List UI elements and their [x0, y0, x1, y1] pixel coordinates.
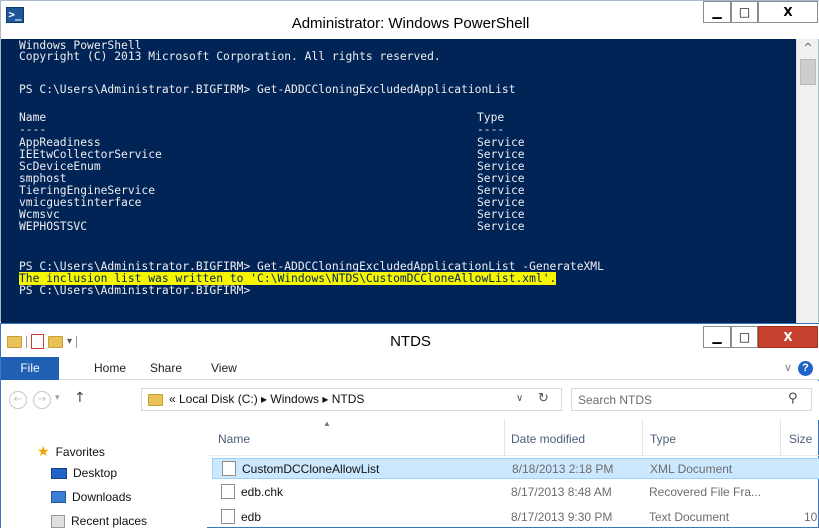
maximize-icon: □	[738, 5, 751, 19]
explorer-window: ▾ NTDS ▁ □ X File Home Share View ∨ ? ← …	[0, 323, 819, 528]
minimize-icon: ▁	[712, 330, 722, 344]
column-headers: ▲ Name Date modified Type Size	[207, 419, 819, 456]
file-name: CustomDCCloneAllowList	[242, 462, 380, 476]
file-row[interactable]: edb.chk 8/17/2013 8:48 AM Recovered File…	[212, 482, 819, 503]
column-divider: ----	[477, 123, 505, 136]
help-icon[interactable]: ?	[798, 361, 813, 376]
close-button[interactable]: X	[758, 1, 818, 23]
nav-item-downloads[interactable]: Downloads	[51, 487, 131, 507]
xml-file-icon	[222, 461, 236, 476]
maximize-button[interactable]: □	[731, 326, 758, 348]
column-header-date-modified[interactable]: Date modified	[511, 432, 585, 446]
console-prompt: PS C:\Users\Administrator.BIGFIRM>	[19, 284, 251, 297]
file-date: 8/17/2013 8:48 AM	[511, 485, 612, 499]
search-box[interactable]: ⚲	[571, 388, 812, 411]
vertical-scrollbar[interactable]: ^	[796, 39, 818, 323]
ribbon-tabs: File Home Share View ∨ ?	[1, 357, 819, 380]
back-arrow-icon: ←	[13, 394, 23, 405]
explorer-titlebar[interactable]: ▾ NTDS ▁ □ X	[1, 324, 819, 357]
powershell-titlebar[interactable]: >_ Administrator: Windows PowerShell ▁ □…	[1, 1, 819, 39]
expand-ribbon-icon[interactable]: ∨	[784, 361, 792, 374]
file-type: Recovered File Fra...	[649, 485, 762, 499]
close-icon: X	[783, 330, 793, 344]
column-header-name[interactable]: Name	[218, 432, 250, 446]
file-date: 8/18/2013 2:18 PM	[512, 462, 614, 476]
file-name: edb	[241, 510, 262, 524]
file-type: Text Document	[649, 510, 730, 524]
search-icon[interactable]: ⚲	[788, 391, 798, 406]
navigation-pane: ★ Favorites Desktop Downloads Recent pla…	[1, 420, 207, 528]
tab-home[interactable]: Home	[94, 357, 126, 380]
file-name: edb.chk	[241, 485, 284, 499]
explorer-title: NTDS	[390, 333, 431, 350]
address-dropdown-icon[interactable]: ∨	[516, 393, 523, 404]
app-name: WEPHOSTSVC	[19, 220, 88, 233]
address-bar[interactable]: « Local Disk (C:) ▸ Windows ▸ NTDS ∨ ↻	[141, 388, 562, 411]
column-header-size[interactable]: Size	[789, 432, 812, 446]
file-size: 10	[804, 510, 818, 524]
nav-item-desktop[interactable]: Desktop	[51, 463, 117, 483]
scroll-up-icon[interactable]: ^	[797, 41, 819, 57]
text-file-icon	[221, 509, 235, 524]
refresh-icon[interactable]: ↻	[538, 391, 549, 406]
tab-file[interactable]: File	[1, 357, 59, 380]
column-header-type[interactable]: Type	[650, 432, 676, 446]
maximize-button[interactable]: □	[731, 1, 758, 23]
address-path[interactable]: « Local Disk (C:) ▸ Windows ▸ NTDS	[169, 392, 364, 406]
recent-places-icon	[51, 514, 65, 528]
column-divider[interactable]	[780, 420, 781, 456]
minimize-button[interactable]: ▁	[703, 1, 731, 23]
console-command: PS C:\Users\Administrator.BIGFIRM> Get-A…	[19, 83, 516, 96]
tab-share[interactable]: Share	[150, 357, 182, 380]
minimize-button[interactable]: ▁	[703, 326, 731, 348]
back-button[interactable]: ←	[9, 391, 27, 409]
column-divider[interactable]	[642, 420, 643, 456]
nav-item-label: Downloads	[72, 490, 132, 504]
powershell-window: >_ Administrator: Windows PowerShell ▁ □…	[0, 0, 819, 323]
nav-item-label: Favorites	[55, 445, 105, 459]
recent-locations-icon[interactable]: ▾	[55, 393, 60, 403]
nav-item-recent-places[interactable]: Recent places	[51, 511, 147, 528]
app-type: Service	[477, 220, 525, 233]
downloads-icon	[51, 491, 66, 503]
sort-ascending-icon: ▲	[323, 419, 331, 428]
scrollbar-thumb[interactable]	[800, 59, 816, 85]
minimize-icon: ▁	[712, 5, 722, 19]
forward-button[interactable]: →	[33, 391, 51, 409]
column-divider[interactable]	[504, 420, 505, 456]
chk-file-icon	[221, 484, 235, 499]
close-button[interactable]: X	[758, 326, 818, 348]
tab-view[interactable]: View	[211, 357, 237, 380]
file-row[interactable]: edb 8/17/2013 9:30 PM Text Document 10	[212, 507, 819, 528]
desktop-icon	[51, 467, 67, 479]
column-divider: ----	[19, 123, 47, 136]
up-arrow-icon[interactable]: ↑	[74, 390, 86, 406]
file-row[interactable]: CustomDCCloneAllowList 8/18/2013 2:18 PM…	[212, 458, 819, 479]
file-type: XML Document	[650, 462, 733, 476]
nav-item-label: Recent places	[71, 514, 148, 528]
star-icon: ★	[37, 444, 50, 460]
nav-item-label: Desktop	[73, 466, 118, 480]
close-icon: X	[783, 5, 793, 19]
nav-item-favorites[interactable]: ★ Favorites	[37, 442, 105, 462]
search-input[interactable]	[578, 391, 778, 408]
forward-arrow-icon: →	[37, 394, 47, 405]
console-line: Copyright (C) 2013 Microsoft Corporation…	[19, 50, 441, 63]
powershell-title: Administrator: Windows PowerShell	[291, 15, 530, 32]
navigation-bar: ← → ▾ ↑ « Local Disk (C:) ▸ Windows ▸ NT…	[1, 381, 819, 420]
file-date: 8/17/2013 9:30 PM	[511, 510, 613, 524]
powershell-console[interactable]: Windows PowerShell Copyright (C) 2013 Mi…	[1, 39, 796, 323]
maximize-icon: □	[738, 330, 751, 344]
folder-icon	[148, 394, 163, 406]
file-list: ▲ Name Date modified Type Size CustomDCC…	[207, 419, 819, 528]
